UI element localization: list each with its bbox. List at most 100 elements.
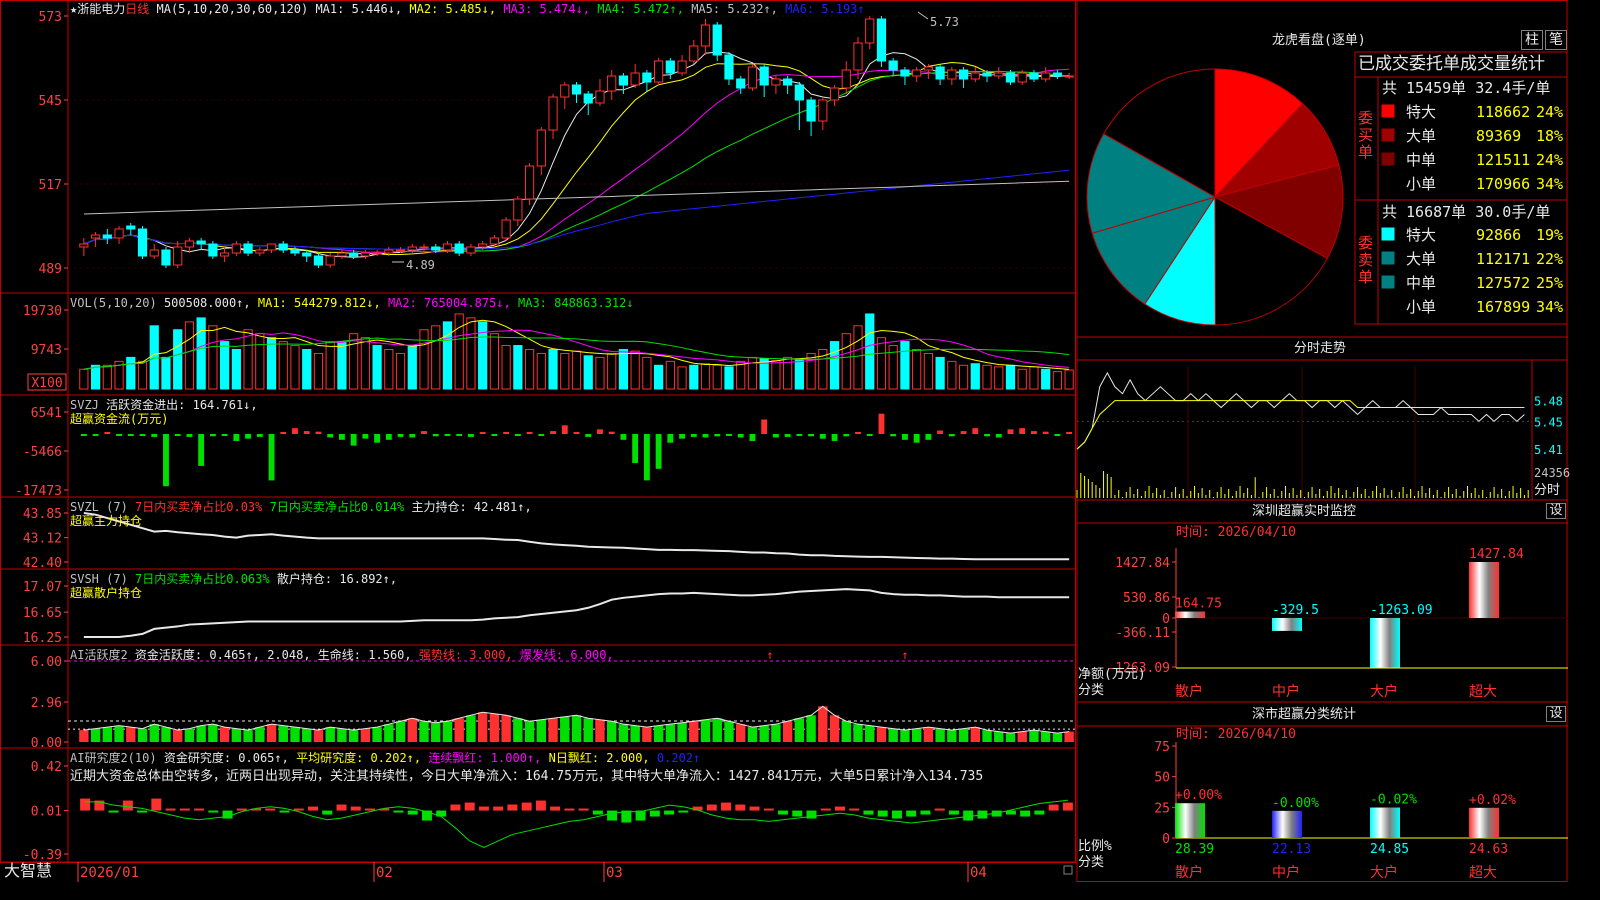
candle <box>583 93 593 104</box>
sz-monitor-y-tick-label: -366.11 <box>1115 626 1170 641</box>
ai-research-avg: 平均研究度: 0.202↑, <box>296 751 422 765</box>
svzj-bar <box>984 434 990 437</box>
svzj-bar <box>456 434 463 436</box>
ma120-line <box>83 180 1070 215</box>
sz-class-bar-value: 24.85 <box>1370 842 1409 857</box>
legend-swatch <box>1381 251 1395 265</box>
svzj-bar <box>972 428 979 434</box>
svzj-bar <box>948 434 955 437</box>
ai-active-y-tick-label: 0.00 <box>31 736 62 751</box>
sell-row-name: 大单 <box>1406 250 1436 268</box>
svzj-bar <box>421 431 427 434</box>
svzj-y-tick-label: -5466 <box>23 445 62 460</box>
svzj-bar <box>749 434 756 441</box>
ai-research-bar <box>849 808 860 811</box>
sell-total: 共 16687单 30.0手/单 <box>1382 203 1551 221</box>
vol-bar <box>419 329 429 390</box>
ai-research-bar <box>550 806 561 811</box>
ai-active-bar <box>1029 730 1039 742</box>
ma-params: MA(5,10,20,30,60,120) <box>156 2 309 16</box>
bar-toggle-button[interactable]: 柱 <box>1521 30 1543 50</box>
ai-active-bar <box>900 730 910 742</box>
pen-toggle-button[interactable]: 笔 <box>1545 30 1567 50</box>
svzj-value: 164.761↓, <box>192 398 258 412</box>
ai-research-bar <box>963 810 974 821</box>
candle <box>958 69 969 80</box>
ai-research-nred: N日飘红: 2.000, <box>548 751 650 765</box>
vol-bar <box>771 360 781 390</box>
vol-bar <box>360 337 370 390</box>
svzj-bar <box>843 434 850 437</box>
ai-active-bar <box>243 730 253 742</box>
svzj-bar <box>655 434 662 469</box>
candle <box>935 66 945 80</box>
svsh-label: 散户持仓: <box>276 572 333 586</box>
ma2-value: MA2: 5.485↓, <box>409 2 497 16</box>
sz-monitor-bar <box>1370 618 1400 668</box>
buy-row-value: 89369 <box>1476 127 1521 145</box>
svzj-bar <box>139 434 146 436</box>
sz-class-category-label: 中户 <box>1272 864 1300 881</box>
ai-burst-line: 爆发线: 6.000, <box>519 648 614 662</box>
vol-bar <box>536 352 546 390</box>
intraday-vol-tick: 24356 <box>1534 466 1571 480</box>
svzj-bar <box>995 434 1002 438</box>
svzj-bar <box>855 432 861 434</box>
trade-stat-title: 已成交委托单成交量统计 <box>1358 54 1545 74</box>
candle <box>970 72 980 80</box>
sz-class-bar-value: 28.39 <box>1175 842 1214 857</box>
svzl-y-tick-label: 43.85 <box>23 507 62 522</box>
svzj-bar <box>585 434 592 437</box>
ai-active-bar <box>677 722 687 742</box>
svzj-bar <box>116 434 122 436</box>
vol-bar <box>618 349 629 390</box>
sz-class-settings-button[interactable]: 设 <box>1546 706 1566 722</box>
ai-research-bar <box>934 808 945 811</box>
vol-bar <box>325 341 335 390</box>
candle <box>700 24 711 47</box>
vol-bar <box>431 325 441 390</box>
vol-bar <box>560 352 570 390</box>
candle <box>466 246 476 254</box>
ai-active-bar <box>841 721 851 742</box>
svzj-bar <box>679 434 685 439</box>
vol-bar <box>231 349 241 390</box>
vol-bar <box>466 317 476 390</box>
period-label[interactable]: 日线 <box>125 2 149 16</box>
svsh-value: 16.892↑, <box>339 572 398 586</box>
buy-row-value: 170966 <box>1476 175 1530 193</box>
svzj-bar <box>831 434 838 441</box>
ai-active-bar <box>642 727 652 742</box>
ai-active-bar <box>994 731 1004 742</box>
svzj-bar <box>784 434 791 437</box>
ai-research-bar <box>920 810 931 815</box>
vol-bar <box>442 321 453 390</box>
ai-research-v4: 0.202↑ <box>656 751 701 765</box>
lock-icon <box>1063 865 1073 875</box>
sz-monitor-bar <box>1272 618 1302 631</box>
candle <box>90 234 101 239</box>
vol-y-tick-label: 9743 <box>31 343 62 358</box>
ai-research-bar <box>179 808 190 811</box>
kline-y-tick-label: 517 <box>39 178 62 193</box>
svzj-bar <box>104 432 111 434</box>
candle <box>618 75 629 86</box>
candle <box>876 18 887 62</box>
candle <box>560 84 570 98</box>
ai-active-bar <box>184 728 195 742</box>
vol-bar <box>654 364 664 390</box>
buy-row-name: 中单 <box>1406 151 1436 169</box>
ai-active-bar <box>137 728 148 742</box>
svsh-header: SVSH (7) 7日内买卖净占比0.063% 散户持仓: 16.892↑, <box>70 572 397 586</box>
sz-class-bar <box>1272 810 1302 838</box>
chart-canvas[interactable]: 573 545 517 489 19730 9743 X100 6541 -5466 -17473… <box>0 0 1568 882</box>
ai-active-bar <box>876 727 887 742</box>
sz-class-y-tick-label: 0 <box>1162 832 1170 847</box>
ai-active-bar <box>947 730 957 742</box>
burst-arrow-2: ↑ <box>901 648 908 662</box>
candle <box>654 60 664 83</box>
sz-monitor-settings-button[interactable]: 设 <box>1546 503 1566 519</box>
ai-life-label: 生命线: <box>317 648 362 662</box>
vol-bar <box>290 345 300 390</box>
sell-row-name: 特大 <box>1406 226 1436 244</box>
